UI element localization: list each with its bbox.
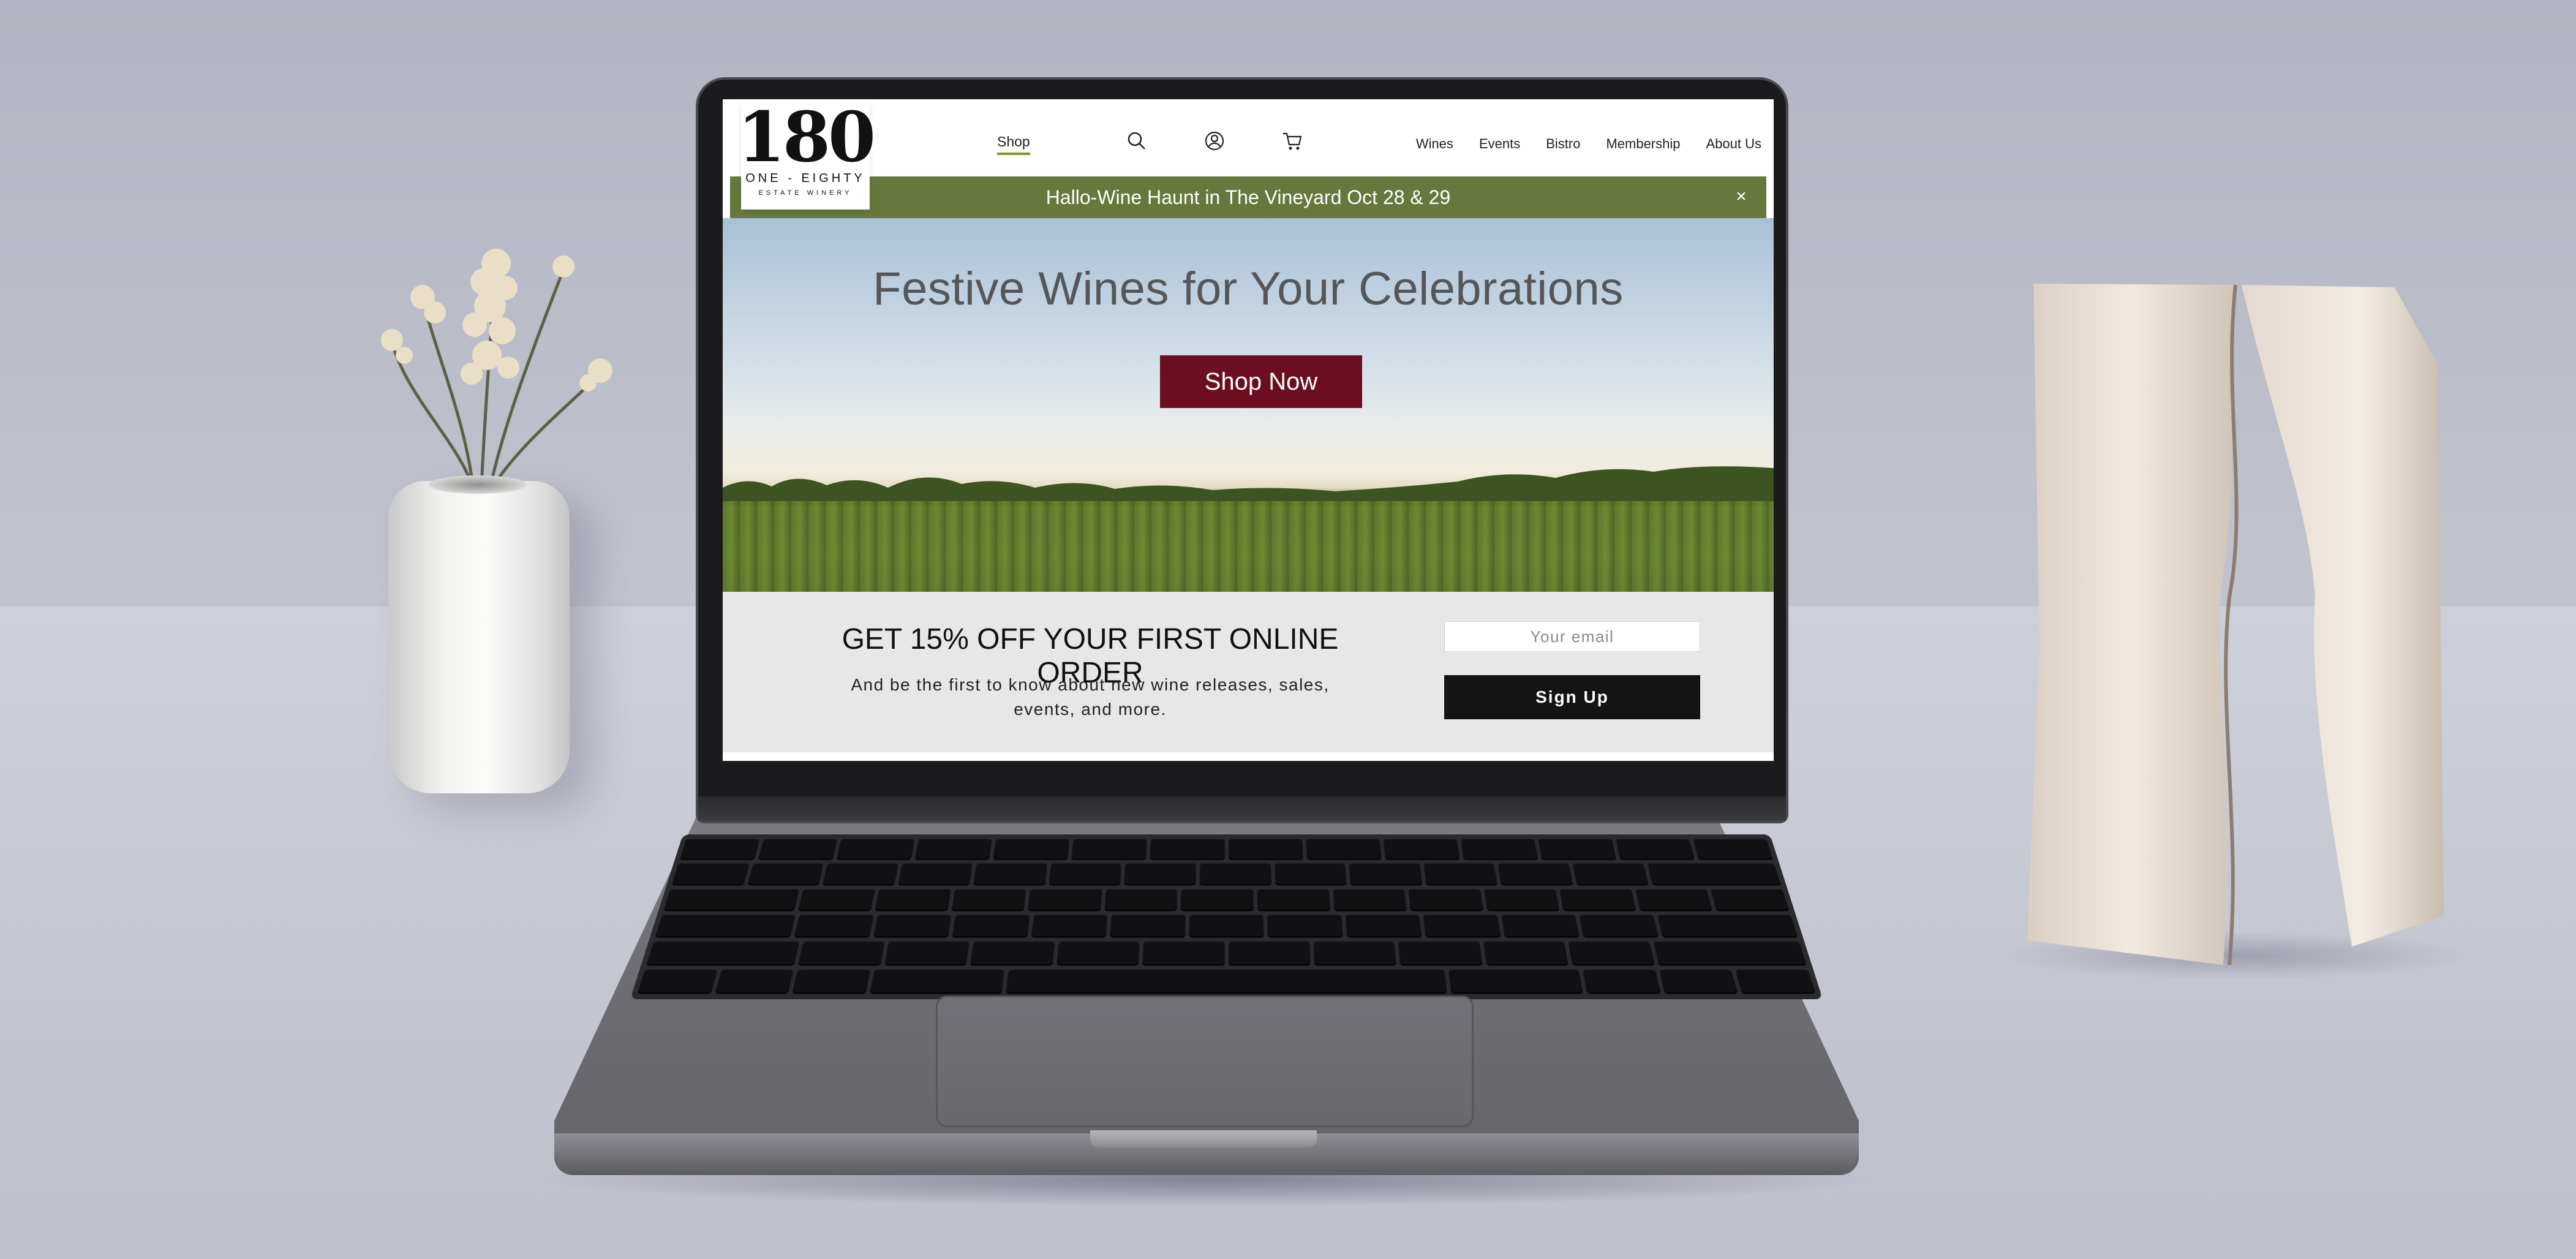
account-icon[interactable] [1203,130,1226,152]
laptop-screen: 180 ONE - EIGHTY ESTATE WINERY Shop Wine… [723,99,1774,761]
promo-subtitle: And be the first to know about new wine … [833,673,1347,722]
section-divider [723,752,1774,761]
sign-up-button[interactable]: Sign Up [1444,675,1700,719]
laptop-trackpad [936,996,1474,1127]
promo-subtitle-line-2: events, and more. [1014,700,1167,719]
vase-opening [429,475,527,494]
nav-about-us[interactable]: About Us [1706,136,1762,152]
cart-icon[interactable] [1281,130,1303,152]
logo-number: 180 [737,99,876,178]
white-vase [388,481,570,793]
hero-vineyard-rows [723,501,1774,592]
search-icon[interactable] [1126,130,1148,152]
laptop-keyboard [630,834,1823,1000]
hero-banner: Festive Wines for Your Celebrations Shop… [723,218,1774,592]
close-icon[interactable]: × [1732,187,1750,206]
email-input[interactable] [1444,621,1700,652]
logo-name: ONE - EIGHTY [745,172,865,185]
nav-wines[interactable]: Wines [1416,136,1453,152]
hero-title: Festive Wines for Your Celebrations [873,263,1624,315]
dried-flowers [381,249,612,502]
site-header: 180 ONE - EIGHTY ESTATE WINERY Shop Wine… [723,99,1774,210]
newsletter-section: GET 15% OFF YOUR FIRST ONLINE ORDER And … [723,592,1774,761]
marble-rock [2027,284,2444,966]
announcement-text[interactable]: Hallo-Wine Haunt in The Vineyard Oct 28 … [1046,186,1451,209]
nav-bistro[interactable]: Bistro [1546,136,1580,152]
laptop-open-notch [1090,1130,1317,1147]
announcement-bar: Hallo-Wine Haunt in The Vineyard Oct 28 … [730,176,1766,218]
laptop-hinge [698,796,1786,821]
nav-events[interactable]: Events [1479,136,1520,152]
nav-membership[interactable]: Membership [1606,136,1680,152]
shop-now-button[interactable]: Shop Now [1160,355,1362,408]
promo-subtitle-line-1: And be the first to know about new wine … [851,675,1330,694]
site-logo[interactable]: 180 ONE - EIGHTY ESTATE WINERY [737,104,876,210]
nav-shop[interactable]: Shop [997,134,1030,155]
hero-tree-line [723,466,1774,506]
logo-subtitle: ESTATE WINERY [758,189,853,197]
main-nav: Wines Events Bistro Membership About Us [1416,136,1761,152]
